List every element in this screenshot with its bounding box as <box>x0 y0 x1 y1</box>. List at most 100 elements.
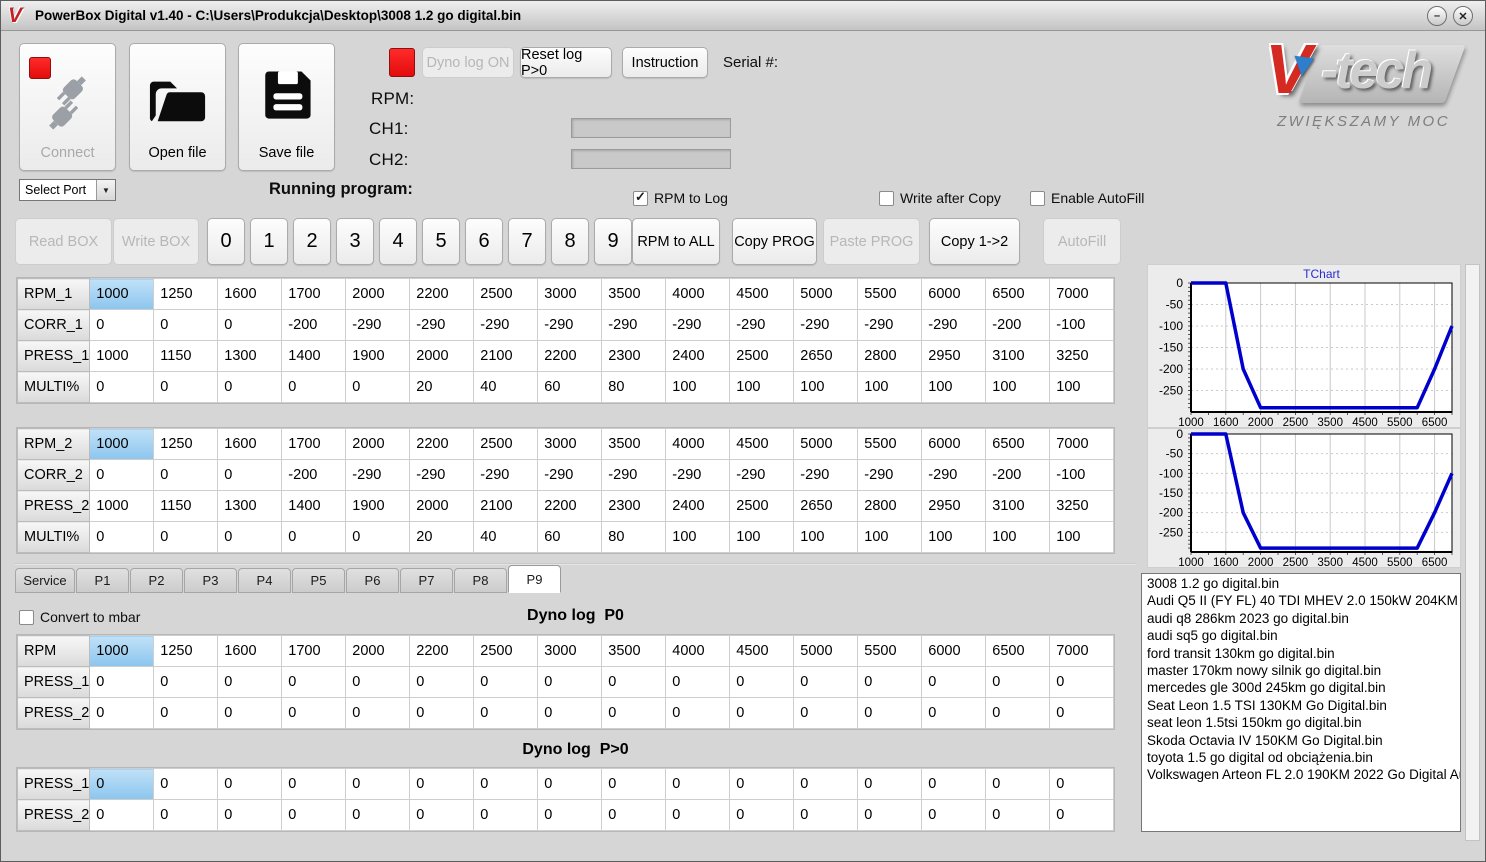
dropdown-arrow-icon[interactable] <box>96 180 115 200</box>
tab-p1[interactable]: P1 <box>76 568 129 593</box>
tab-p8[interactable]: P8 <box>454 568 507 593</box>
cell[interactable]: 0 <box>537 697 603 729</box>
cell[interactable]: 0 <box>921 799 987 831</box>
file-list-item[interactable]: toyota 1.5 go digital od obciążenia.bin <box>1147 749 1460 766</box>
cell[interactable]: 5000 <box>793 278 859 310</box>
cell[interactable]: 0 <box>89 666 155 698</box>
cell[interactable]: 2200 <box>409 428 475 460</box>
cell[interactable]: 6500 <box>985 428 1051 460</box>
cell[interactable]: 100 <box>793 371 859 403</box>
cell[interactable]: 2100 <box>473 490 539 522</box>
cell[interactable]: 0 <box>537 799 603 831</box>
cell[interactable]: -290 <box>857 459 923 491</box>
cell[interactable]: 0 <box>153 799 219 831</box>
cell[interactable]: 0 <box>601 799 667 831</box>
checkbox-write-after-copy[interactable]: Write after Copy <box>879 190 1001 206</box>
cell[interactable]: 4500 <box>729 635 795 667</box>
cell[interactable]: -290 <box>921 309 987 341</box>
cell[interactable]: 0 <box>89 459 155 491</box>
cell[interactable]: 2200 <box>537 490 603 522</box>
cell[interactable]: 1250 <box>153 635 219 667</box>
cell[interactable]: 80 <box>601 371 667 403</box>
cell[interactable]: 0 <box>345 768 411 800</box>
cell[interactable]: 0 <box>665 799 731 831</box>
program-digit-button-2[interactable]: 2 <box>293 218 331 265</box>
cell[interactable]: 1600 <box>217 428 283 460</box>
cell[interactable]: -290 <box>409 309 475 341</box>
cell[interactable]: 0 <box>601 697 667 729</box>
cell[interactable]: 0 <box>345 799 411 831</box>
cell[interactable]: 0 <box>153 309 219 341</box>
cell[interactable]: 6000 <box>921 278 987 310</box>
cell[interactable]: 6000 <box>921 428 987 460</box>
enable-autofill-box[interactable] <box>1030 190 1045 206</box>
read-box-button[interactable]: Read BOX <box>15 218 112 265</box>
cell[interactable]: 3500 <box>601 428 667 460</box>
cell[interactable]: 100 <box>1049 371 1115 403</box>
cell[interactable]: -290 <box>473 309 539 341</box>
cell[interactable]: 100 <box>665 521 731 553</box>
cell[interactable]: 3000 <box>537 278 603 310</box>
cell[interactable]: 0 <box>89 697 155 729</box>
save-file-button[interactable]: Save file <box>238 43 335 171</box>
cell[interactable]: 40 <box>473 371 539 403</box>
cell[interactable]: 0 <box>153 371 219 403</box>
write-after-copy-box[interactable] <box>879 190 894 206</box>
reset-log-button[interactable]: Reset log P>0 <box>520 47 612 79</box>
cell[interactable]: 0 <box>409 768 475 800</box>
cell[interactable]: 6500 <box>985 635 1051 667</box>
cell[interactable]: 1700 <box>281 428 347 460</box>
cell[interactable]: -290 <box>537 309 603 341</box>
cell[interactable]: 0 <box>601 666 667 698</box>
file-list-item[interactable]: Volkswagen Arteon FL 2.0 190KM 2022 Go D… <box>1147 766 1460 783</box>
cell[interactable]: -100 <box>1049 309 1115 341</box>
cell[interactable]: -290 <box>793 459 859 491</box>
cell[interactable]: 0 <box>217 697 283 729</box>
cell[interactable]: 1000 <box>89 278 155 310</box>
cell[interactable]: 0 <box>793 666 859 698</box>
cell[interactable]: 0 <box>665 697 731 729</box>
file-list-item[interactable]: Audi Q5 II (FY FL) 40 TDI MHEV 2.0 150kW… <box>1147 592 1460 609</box>
tab-p5[interactable]: P5 <box>292 568 345 593</box>
cell[interactable]: 2500 <box>473 635 539 667</box>
cell[interactable]: 0 <box>537 768 603 800</box>
cell[interactable]: 2800 <box>857 490 923 522</box>
cell[interactable]: -290 <box>345 459 411 491</box>
cell[interactable]: 0 <box>345 697 411 729</box>
cell[interactable]: 40 <box>473 521 539 553</box>
program-digit-button-4[interactable]: 4 <box>379 218 417 265</box>
cell[interactable]: -290 <box>921 459 987 491</box>
cell[interactable]: -290 <box>409 459 475 491</box>
cell[interactable]: 2000 <box>345 428 411 460</box>
cell[interactable]: 100 <box>857 521 923 553</box>
file-list-item[interactable]: audi q8 286km 2023 go digital.bin <box>1147 610 1460 627</box>
cell[interactable]: 80 <box>601 521 667 553</box>
cell[interactable]: 0 <box>409 697 475 729</box>
copy-prog-button[interactable]: Copy PROG <box>732 218 817 265</box>
cell[interactable]: 0 <box>281 521 347 553</box>
cell[interactable]: -290 <box>729 309 795 341</box>
file-list-item[interactable]: seat leon 1.5tsi 150km go digital.bin <box>1147 714 1460 731</box>
cell[interactable]: 2000 <box>345 278 411 310</box>
cell[interactable]: 7000 <box>1049 278 1115 310</box>
cell[interactable]: 2200 <box>409 635 475 667</box>
cell[interactable]: 0 <box>217 768 283 800</box>
cell[interactable]: 0 <box>665 768 731 800</box>
cell[interactable]: 0 <box>153 459 219 491</box>
file-list-item[interactable]: master 170km nowy silnik go digital.bin <box>1147 662 1460 679</box>
cell[interactable]: 1000 <box>89 635 155 667</box>
cell[interactable]: 0 <box>857 768 923 800</box>
cell[interactable]: 0 <box>89 371 155 403</box>
cell[interactable]: 1000 <box>89 340 155 372</box>
cell[interactable]: 100 <box>985 371 1051 403</box>
cell[interactable]: 2200 <box>409 278 475 310</box>
cell[interactable]: -290 <box>665 309 731 341</box>
cell[interactable]: 0 <box>217 799 283 831</box>
cell[interactable]: 4500 <box>729 428 795 460</box>
file-list-item[interactable]: Skoda Octavia IV 150KM Go Digital.bin <box>1147 732 1460 749</box>
tab-p4[interactable]: P4 <box>238 568 291 593</box>
cell[interactable]: 1150 <box>153 340 219 372</box>
cell[interactable]: 0 <box>281 371 347 403</box>
cell[interactable]: 5000 <box>793 635 859 667</box>
cell[interactable]: 0 <box>921 697 987 729</box>
